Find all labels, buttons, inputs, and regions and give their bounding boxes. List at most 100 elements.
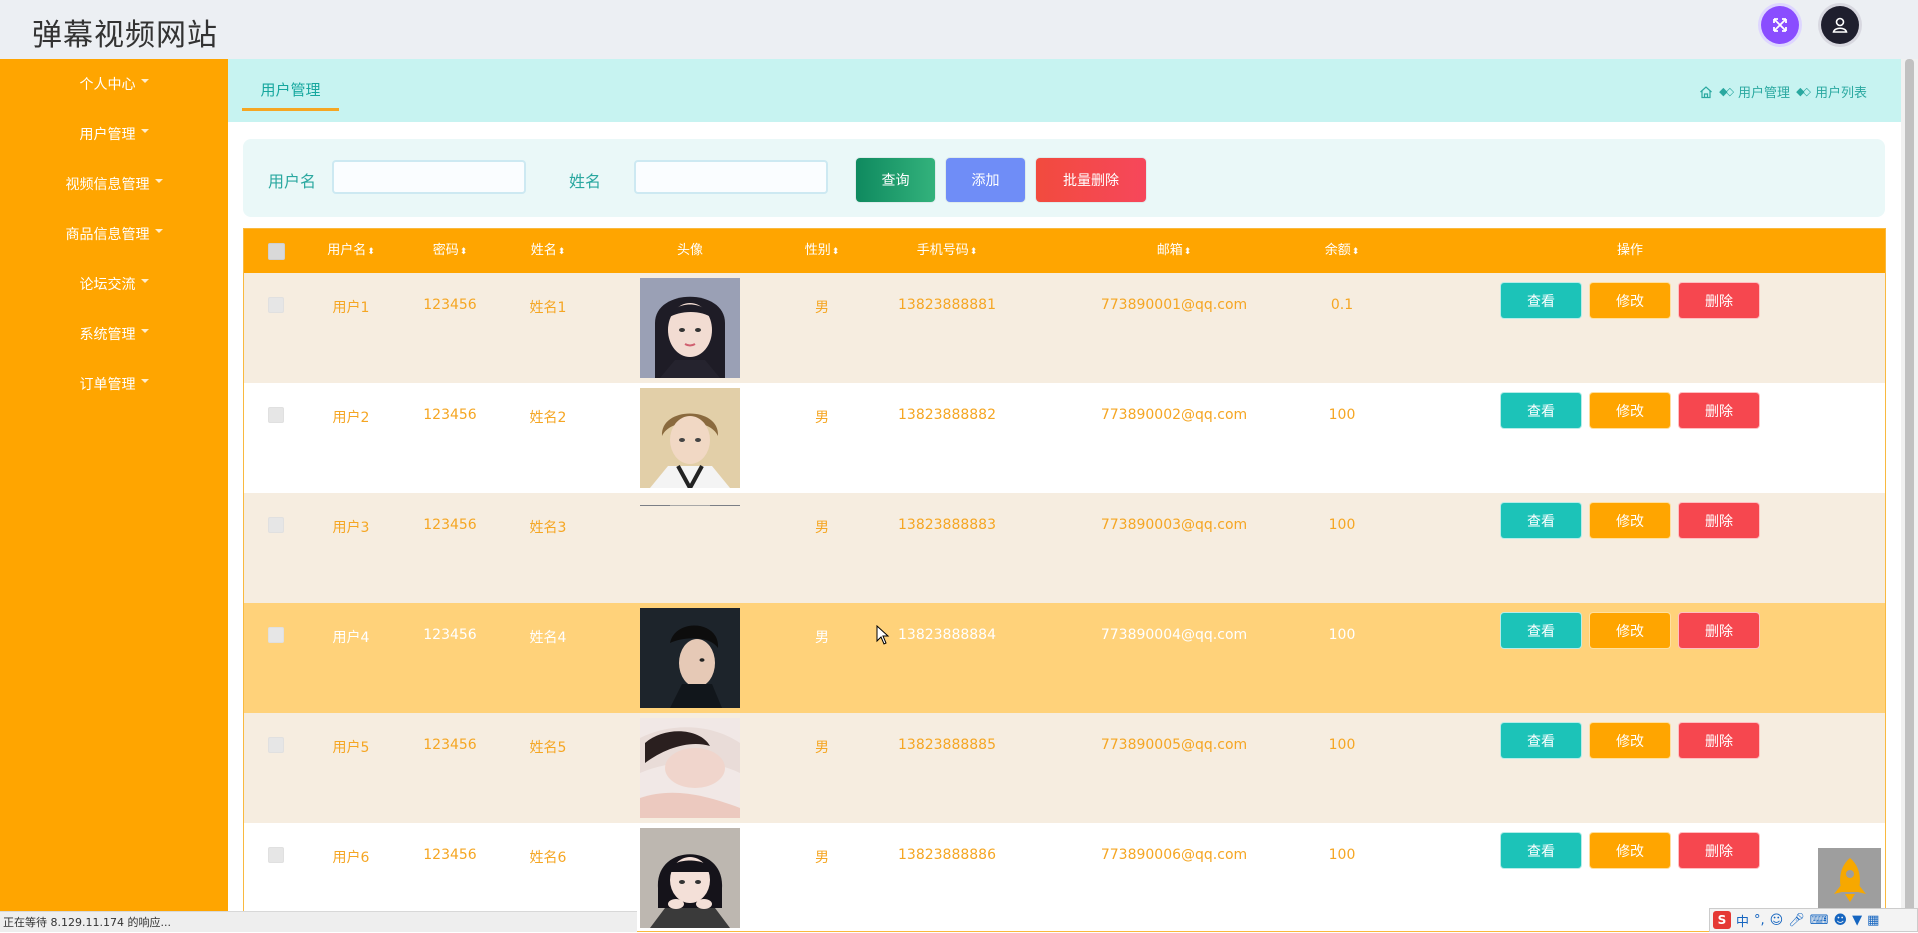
delete-button[interactable]: 删除 bbox=[1679, 613, 1759, 648]
breadcrumb: ◆◇ 用户管理 ◆◇ 用户列表 bbox=[1699, 82, 1867, 101]
home-icon[interactable] bbox=[1699, 85, 1713, 99]
avatar bbox=[640, 498, 740, 506]
delete-button[interactable]: 删除 bbox=[1679, 393, 1759, 428]
table-row[interactable]: 用户3 123456 姓名3 男 13823888883 773890003@q… bbox=[244, 493, 1885, 603]
user-table: 用户名⬍ 密码⬍ 姓名⬍ 头像 性别⬍ 手机号码⬍ 邮箱⬍ 余额⬍ 操作 用户1… bbox=[243, 228, 1886, 932]
query-button[interactable]: 查询 bbox=[856, 158, 935, 202]
sidebar-item-product-info[interactable]: 商品信息管理 bbox=[0, 209, 228, 259]
table-header: 用户名⬍ 密码⬍ 姓名⬍ 头像 性别⬍ 手机号码⬍ 邮箱⬍ 余额⬍ 操作 bbox=[244, 229, 1885, 273]
column-header-name[interactable]: 姓名⬍ bbox=[531, 229, 566, 273]
fullscreen-button[interactable] bbox=[1761, 6, 1799, 44]
column-header-password[interactable]: 密码⬍ bbox=[433, 229, 468, 273]
sort-icon: ⬍ bbox=[367, 247, 375, 257]
sidebar-item-orders[interactable]: 订单管理 bbox=[0, 359, 228, 409]
name-input[interactable] bbox=[634, 160, 828, 194]
table-row[interactable]: 用户1 123456 姓名1 男 13823888881 773890001@q… bbox=[244, 273, 1885, 383]
punctuation-icon[interactable]: °, bbox=[1754, 913, 1765, 928]
cell-balance: 100 bbox=[1328, 517, 1356, 533]
row-checkbox[interactable] bbox=[268, 737, 284, 753]
table-row[interactable]: 用户5 123456 姓名5 男 13823888885 773890005@q… bbox=[244, 713, 1885, 823]
row-checkbox[interactable] bbox=[268, 847, 284, 863]
chevron-down-icon bbox=[140, 329, 149, 333]
cell-password: 123456 bbox=[423, 517, 477, 533]
view-button[interactable]: 查看 bbox=[1501, 723, 1581, 758]
grid-menu-icon[interactable]: ▦ bbox=[1867, 913, 1879, 928]
column-header-email[interactable]: 邮箱⬍ bbox=[1157, 229, 1192, 273]
cell-name: 姓名4 bbox=[529, 630, 567, 646]
sidebar-item-video-info[interactable]: 视频信息管理 bbox=[0, 159, 228, 209]
page-scrollbar[interactable] bbox=[1901, 59, 1918, 932]
view-button[interactable]: 查看 bbox=[1501, 393, 1581, 428]
cell-name: 姓名6 bbox=[529, 850, 567, 866]
column-header-username[interactable]: 用户名⬍ bbox=[327, 229, 375, 273]
user-avatar-icon[interactable]: ☻ bbox=[1834, 913, 1848, 928]
chevron-down-icon bbox=[140, 279, 149, 283]
batch-delete-button[interactable]: 批量删除 bbox=[1036, 158, 1146, 202]
view-button[interactable]: 查看 bbox=[1501, 833, 1581, 868]
table-row[interactable]: 用户2 123456 姓名2 男 13823888882 773890002@q… bbox=[244, 383, 1885, 493]
emoji-icon[interactable]: ☺ bbox=[1770, 913, 1784, 928]
column-header-label: 邮箱 bbox=[1156, 243, 1183, 258]
sidebar-item-label: 视频信息管理 bbox=[65, 177, 150, 193]
edit-button[interactable]: 修改 bbox=[1590, 503, 1670, 538]
avatar bbox=[640, 388, 740, 488]
edit-button[interactable]: 修改 bbox=[1590, 833, 1670, 868]
column-header-actions: 操作 bbox=[1616, 243, 1644, 258]
row-checkbox[interactable] bbox=[268, 297, 284, 313]
add-button[interactable]: 添加 bbox=[946, 158, 1025, 202]
column-header-label: 余额 bbox=[1324, 243, 1351, 258]
cell-username: 用户3 bbox=[332, 520, 370, 536]
ime-mode[interactable]: 中 bbox=[1736, 911, 1749, 930]
view-button[interactable]: 查看 bbox=[1501, 613, 1581, 648]
view-button[interactable]: 查看 bbox=[1501, 283, 1581, 318]
view-button[interactable]: 查看 bbox=[1501, 503, 1581, 538]
column-header-phone[interactable]: 手机号码⬍ bbox=[917, 229, 978, 273]
cell-username: 用户2 bbox=[332, 410, 370, 426]
delete-button[interactable]: 删除 bbox=[1679, 723, 1759, 758]
cell-name: 姓名2 bbox=[529, 410, 567, 426]
microphone-icon[interactable]: 🎤︎ bbox=[1788, 913, 1805, 928]
cell-username: 用户5 bbox=[332, 740, 370, 756]
skin-icon[interactable]: ▼ bbox=[1852, 913, 1862, 928]
cell-phone: 13823888881 bbox=[898, 297, 996, 313]
avatar bbox=[640, 718, 740, 818]
mouse-cursor-icon bbox=[876, 625, 890, 645]
delete-button[interactable]: 删除 bbox=[1679, 283, 1759, 318]
cell-gender: 男 bbox=[815, 520, 829, 536]
column-header-balance[interactable]: 余额⬍ bbox=[1325, 229, 1360, 273]
sort-icon: ⬍ bbox=[1183, 247, 1192, 257]
site-title: 弹幕视频网站 bbox=[32, 18, 218, 53]
breadcrumb-item[interactable]: 用户管理 bbox=[1738, 82, 1790, 101]
cell-gender: 男 bbox=[815, 410, 829, 426]
row-checkbox[interactable] bbox=[268, 517, 284, 533]
edit-button[interactable]: 修改 bbox=[1590, 723, 1670, 758]
keyboard-icon[interactable]: ⌨︎ bbox=[1810, 913, 1829, 928]
sidebar-item-personal-center[interactable]: 个人中心 bbox=[0, 59, 228, 109]
sidebar-item-forum[interactable]: 论坛交流 bbox=[0, 259, 228, 309]
row-checkbox[interactable] bbox=[268, 627, 284, 643]
table-row[interactable]: 用户4 123456 姓名4 男 13823888884 773890004@q… bbox=[244, 603, 1885, 713]
user-menu-button[interactable] bbox=[1821, 6, 1859, 44]
sogou-logo-icon[interactable]: S bbox=[1713, 911, 1731, 929]
column-header-label: 姓名 bbox=[530, 243, 557, 258]
sidebar-item-label: 系统管理 bbox=[79, 327, 136, 343]
edit-button[interactable]: 修改 bbox=[1590, 283, 1670, 318]
delete-button[interactable]: 删除 bbox=[1679, 833, 1759, 868]
username-input[interactable] bbox=[332, 160, 526, 194]
select-all-checkbox[interactable] bbox=[268, 243, 285, 260]
back-to-top-button[interactable] bbox=[1818, 848, 1881, 911]
edit-button[interactable]: 修改 bbox=[1590, 393, 1670, 428]
cell-password: 123456 bbox=[423, 627, 477, 643]
edit-button[interactable]: 修改 bbox=[1590, 613, 1670, 648]
column-header-gender[interactable]: 性别⬍ bbox=[805, 229, 840, 273]
scrollbar-thumb[interactable] bbox=[1905, 59, 1914, 932]
sidebar-item-user-management[interactable]: 用户管理 bbox=[0, 109, 228, 159]
row-checkbox[interactable] bbox=[268, 407, 284, 423]
cell-username: 用户4 bbox=[332, 630, 370, 646]
column-header-label: 手机号码 bbox=[916, 243, 969, 258]
user-icon bbox=[1832, 17, 1848, 33]
tab-user-management[interactable]: 用户管理 bbox=[242, 79, 339, 111]
sidebar-item-system[interactable]: 系统管理 bbox=[0, 309, 228, 359]
delete-button[interactable]: 删除 bbox=[1679, 503, 1759, 538]
column-header-label: 密码 bbox=[432, 243, 459, 258]
